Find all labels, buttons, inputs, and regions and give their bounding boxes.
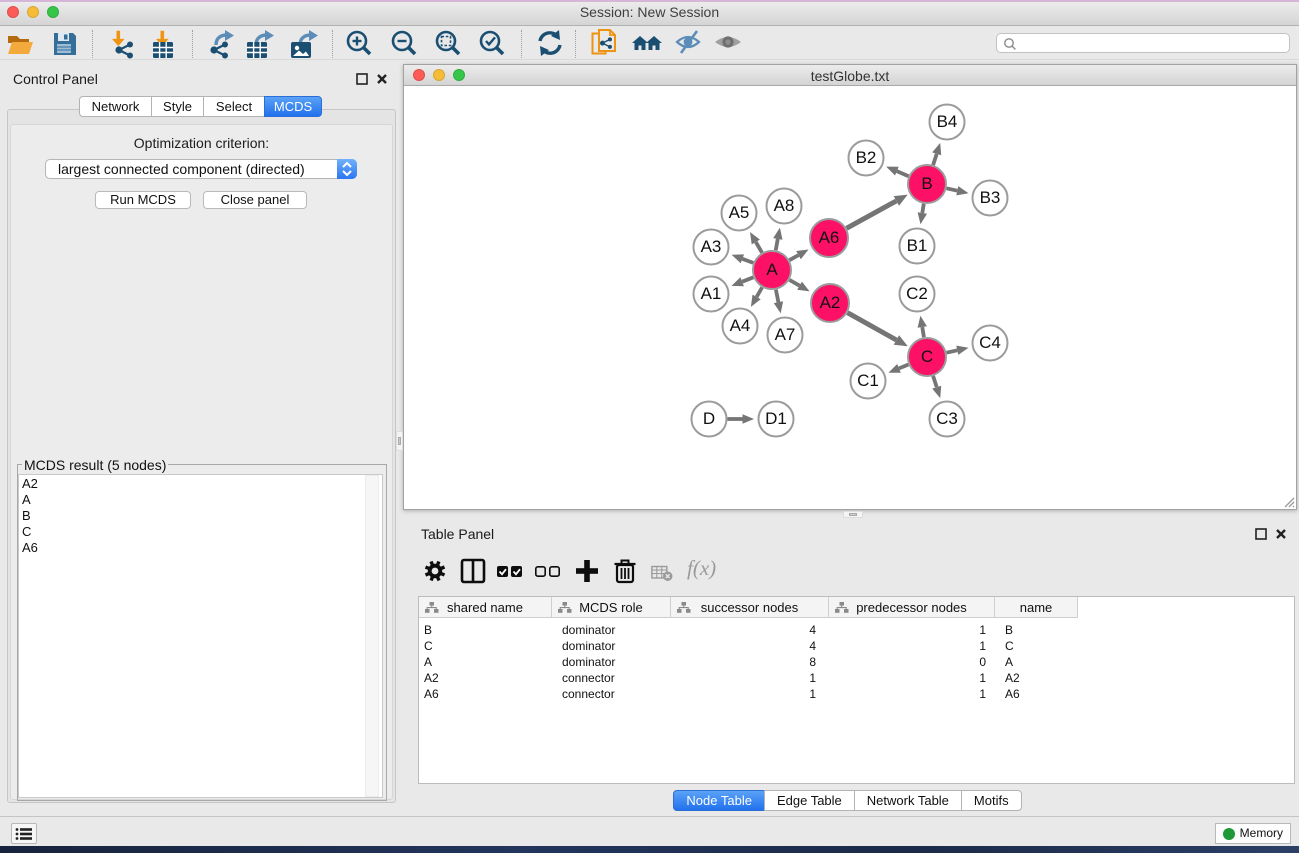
svg-text:C1: C1: [857, 371, 879, 390]
svg-text:B3: B3: [980, 188, 1001, 207]
svg-text:D1: D1: [765, 409, 787, 428]
svg-text:A8: A8: [774, 196, 795, 215]
svg-text:A5: A5: [729, 203, 750, 222]
svg-text:A1: A1: [701, 284, 722, 303]
svg-text:B1: B1: [907, 236, 928, 255]
svg-text:B4: B4: [937, 112, 958, 131]
svg-text:C4: C4: [979, 333, 1001, 352]
svg-text:C: C: [921, 347, 933, 366]
svg-text:A2: A2: [820, 293, 841, 312]
svg-text:B2: B2: [856, 148, 877, 167]
svg-text:A: A: [766, 260, 778, 279]
svg-text:A7: A7: [775, 325, 796, 344]
svg-text:D: D: [703, 409, 715, 428]
svg-text:A4: A4: [730, 316, 751, 335]
svg-text:C2: C2: [906, 284, 928, 303]
svg-text:C3: C3: [936, 409, 958, 428]
svg-text:A3: A3: [701, 237, 722, 256]
svg-text:A6: A6: [819, 228, 840, 247]
svg-text:B: B: [921, 174, 932, 193]
